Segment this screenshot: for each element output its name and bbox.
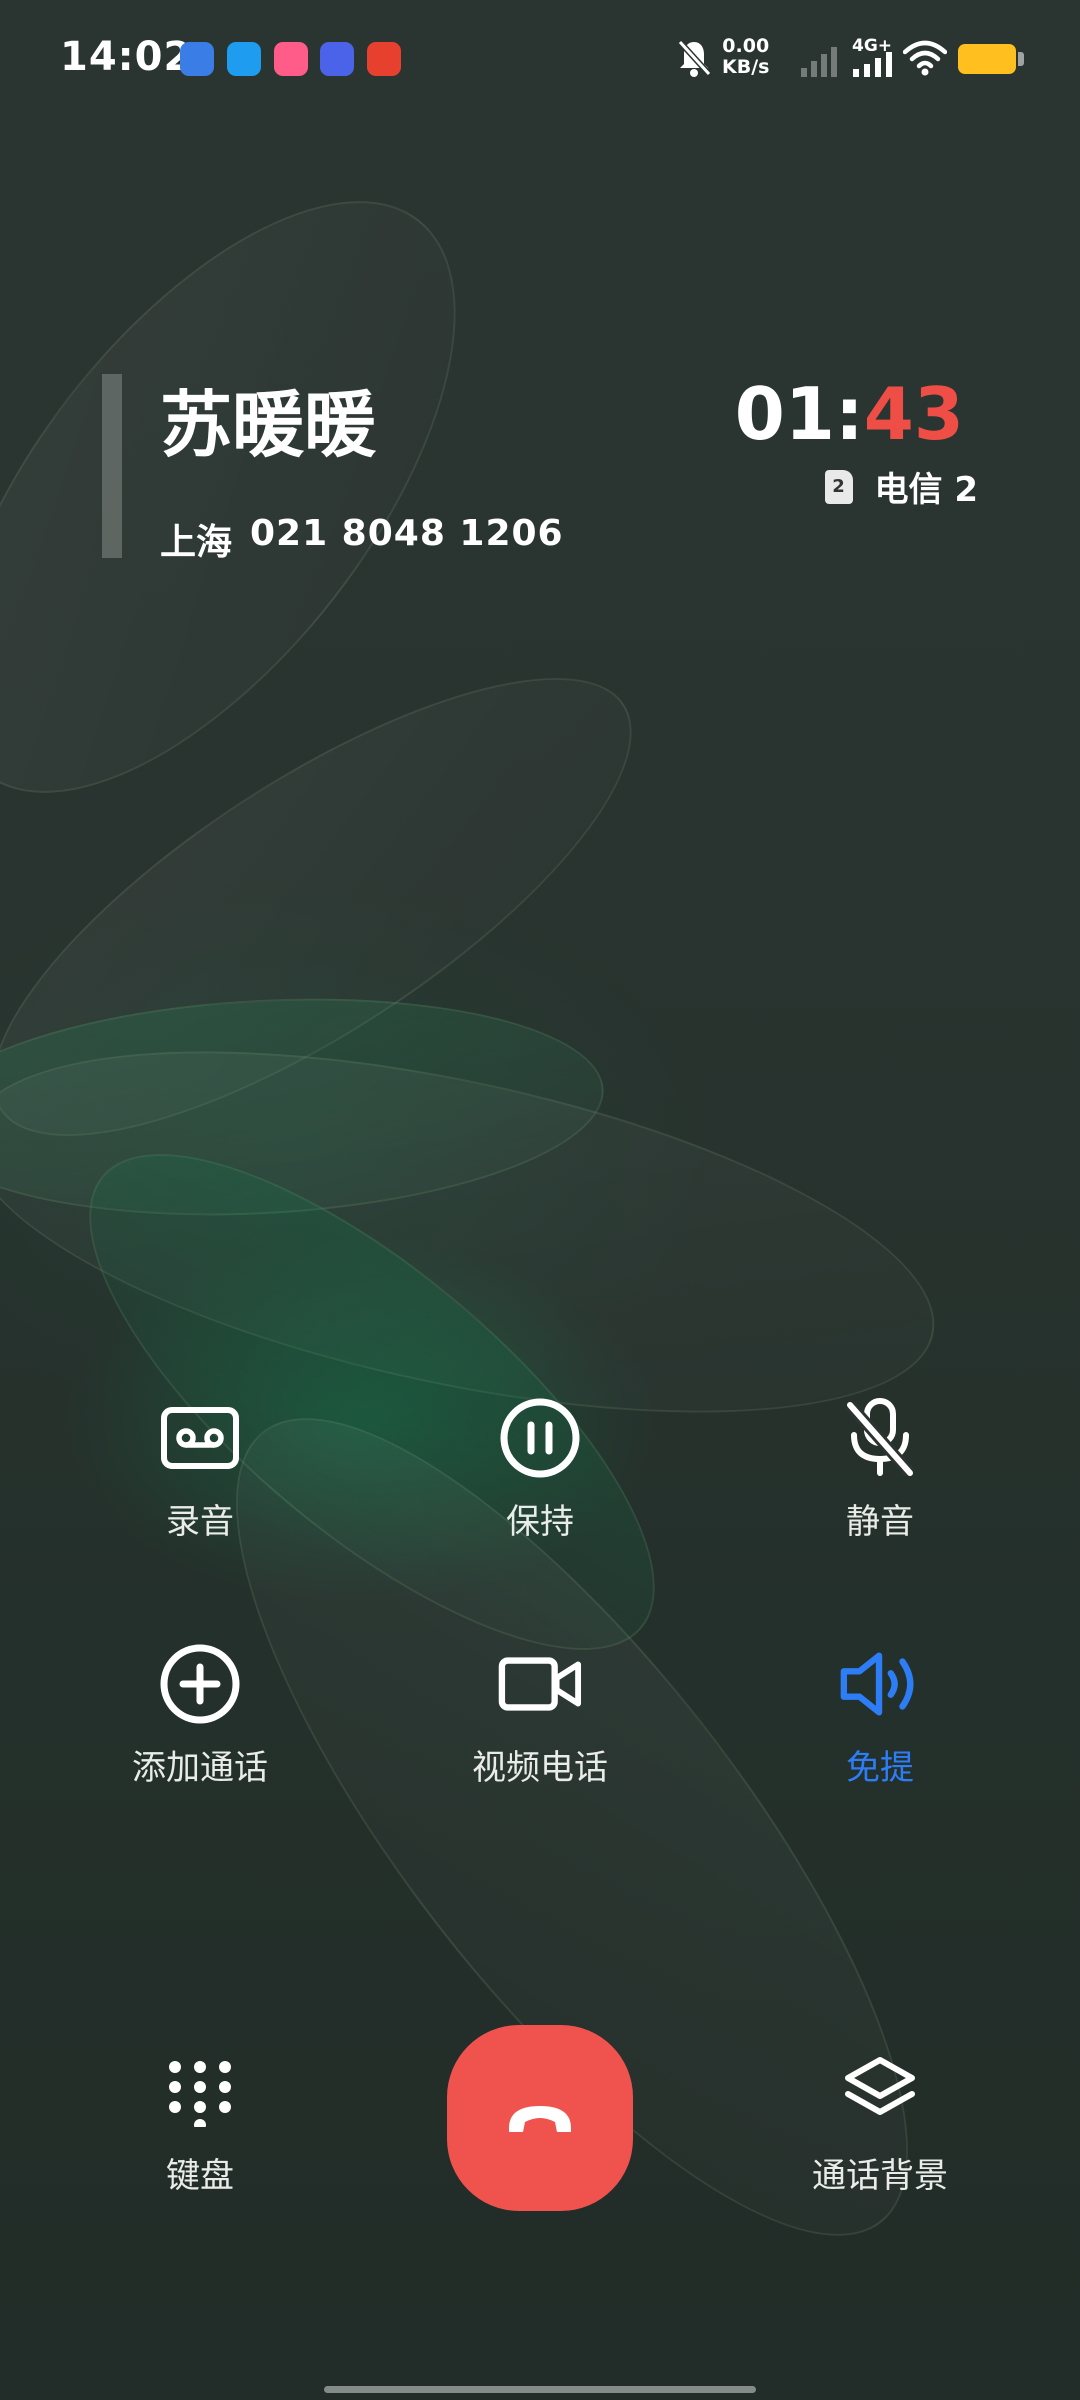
- video-call-label: 视频电话: [472, 1748, 608, 1788]
- speed-value: 0.00: [722, 35, 770, 57]
- layers-icon: [838, 2050, 922, 2134]
- caller-name: 苏暖暖: [160, 383, 377, 467]
- home-indicator[interactable]: [324, 2386, 756, 2393]
- call-timer: 01:43: [735, 372, 964, 456]
- hold-label: 保持: [506, 1502, 574, 1542]
- add-call-label: 添加通话: [132, 1748, 268, 1788]
- network-speed: 0.00 KB/s: [722, 36, 769, 78]
- app-vivo-icon: [320, 42, 354, 76]
- timer-minutes: 01:: [734, 372, 864, 456]
- signal-sim2-icon: [853, 52, 892, 77]
- sim-card-icon: 2: [824, 469, 853, 504]
- app-cloud-icon: [227, 42, 261, 76]
- sim-info: 2 电信 2: [824, 462, 979, 511]
- mute-label: 静音: [846, 1502, 914, 1542]
- caller-accent-bar: [102, 374, 122, 558]
- wifi-icon: [903, 40, 947, 76]
- mute-notification-icon: [677, 39, 712, 77]
- battery-tip: [1018, 52, 1024, 66]
- status-bar: 14:02 0.00 KB/s 4G+: [0, 0, 1080, 120]
- record-label: 录音: [166, 1502, 234, 1542]
- mic-off-icon: [838, 1396, 922, 1480]
- hold-button[interactable]: 保持: [410, 1396, 670, 1543]
- mute-button[interactable]: 静音: [750, 1396, 1010, 1543]
- carrier-label: 电信 2: [874, 470, 979, 510]
- end-call-button[interactable]: [447, 2025, 633, 2211]
- pause-icon: [498, 1396, 582, 1480]
- caller-number: 021 8048 1206: [250, 513, 564, 554]
- battery-icon: [958, 44, 1016, 74]
- speed-unit: KB/s: [722, 56, 770, 78]
- add-call-button[interactable]: 添加通话: [70, 1642, 330, 1789]
- keypad-label: 键盘: [166, 2156, 234, 2196]
- hang-up-icon: [509, 2106, 571, 2132]
- timer-seconds: 43: [863, 372, 964, 456]
- record-icon: [158, 1396, 242, 1480]
- call-background-label: 通话背景: [812, 2156, 948, 2196]
- record-button[interactable]: 录音: [70, 1396, 330, 1543]
- dialpad-icon: [158, 2050, 242, 2134]
- video-call-button[interactable]: 视频电话: [410, 1642, 670, 1789]
- add-circle-icon: [158, 1642, 242, 1726]
- status-time: 14:02: [60, 34, 193, 80]
- speaker-label: 免提: [846, 1748, 914, 1788]
- caller-location: 上海: [160, 522, 233, 563]
- app-blue-icon: [180, 42, 214, 76]
- app-taobao-icon: [367, 42, 401, 76]
- keypad-button[interactable]: 键盘: [70, 2050, 330, 2197]
- video-camera-icon: [498, 1642, 582, 1726]
- speaker-button[interactable]: 免提: [750, 1642, 1010, 1789]
- app-bili-icon: [274, 42, 308, 76]
- call-background-button[interactable]: 通话背景: [750, 2050, 1010, 2197]
- speaker-icon: [838, 1642, 922, 1726]
- signal-sim1-icon: [801, 47, 837, 77]
